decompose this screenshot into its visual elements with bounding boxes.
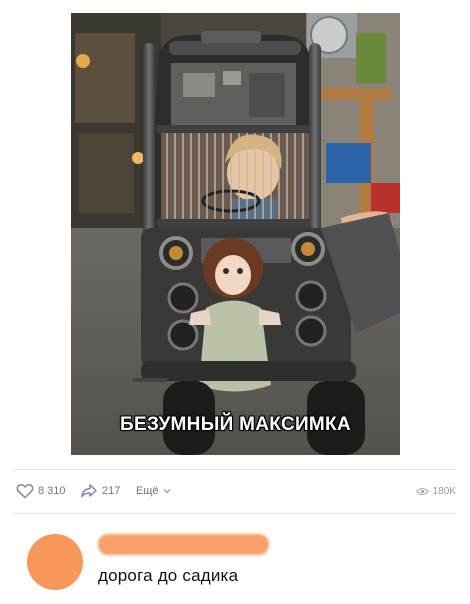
like-button[interactable]: 8 310: [16, 478, 66, 504]
image-caption: БЕЗУМНЫЙ МАКСИМКА: [120, 414, 351, 435]
more-button[interactable]: Ещё: [136, 478, 171, 504]
post-photo[interactable]: БЕЗУМНЫЙ МАКСИМКА: [71, 13, 400, 455]
avatar[interactable]: [27, 534, 83, 590]
divider-top: [14, 469, 456, 470]
photo-illustration: [71, 13, 400, 455]
like-count: 8 310: [38, 485, 66, 497]
heart-icon: [16, 484, 34, 499]
more-label: Ещё: [136, 485, 159, 497]
share-count: 217: [102, 485, 121, 497]
chevron-down-icon: [163, 489, 170, 494]
post-actions-bar: 8 310 217 Ещё 180K: [14, 478, 456, 504]
views-count: 180K: [432, 485, 456, 497]
author-name-redacted[interactable]: [98, 534, 269, 555]
eye-icon: [415, 487, 429, 495]
share-button[interactable]: 217: [80, 478, 120, 504]
divider-bottom: [14, 513, 456, 514]
comment: дорога до садика: [27, 530, 447, 600]
comment-text: дорога до садика: [98, 566, 239, 585]
share-arrow-icon: [81, 484, 97, 498]
views-counter: 180K: [415, 478, 456, 504]
